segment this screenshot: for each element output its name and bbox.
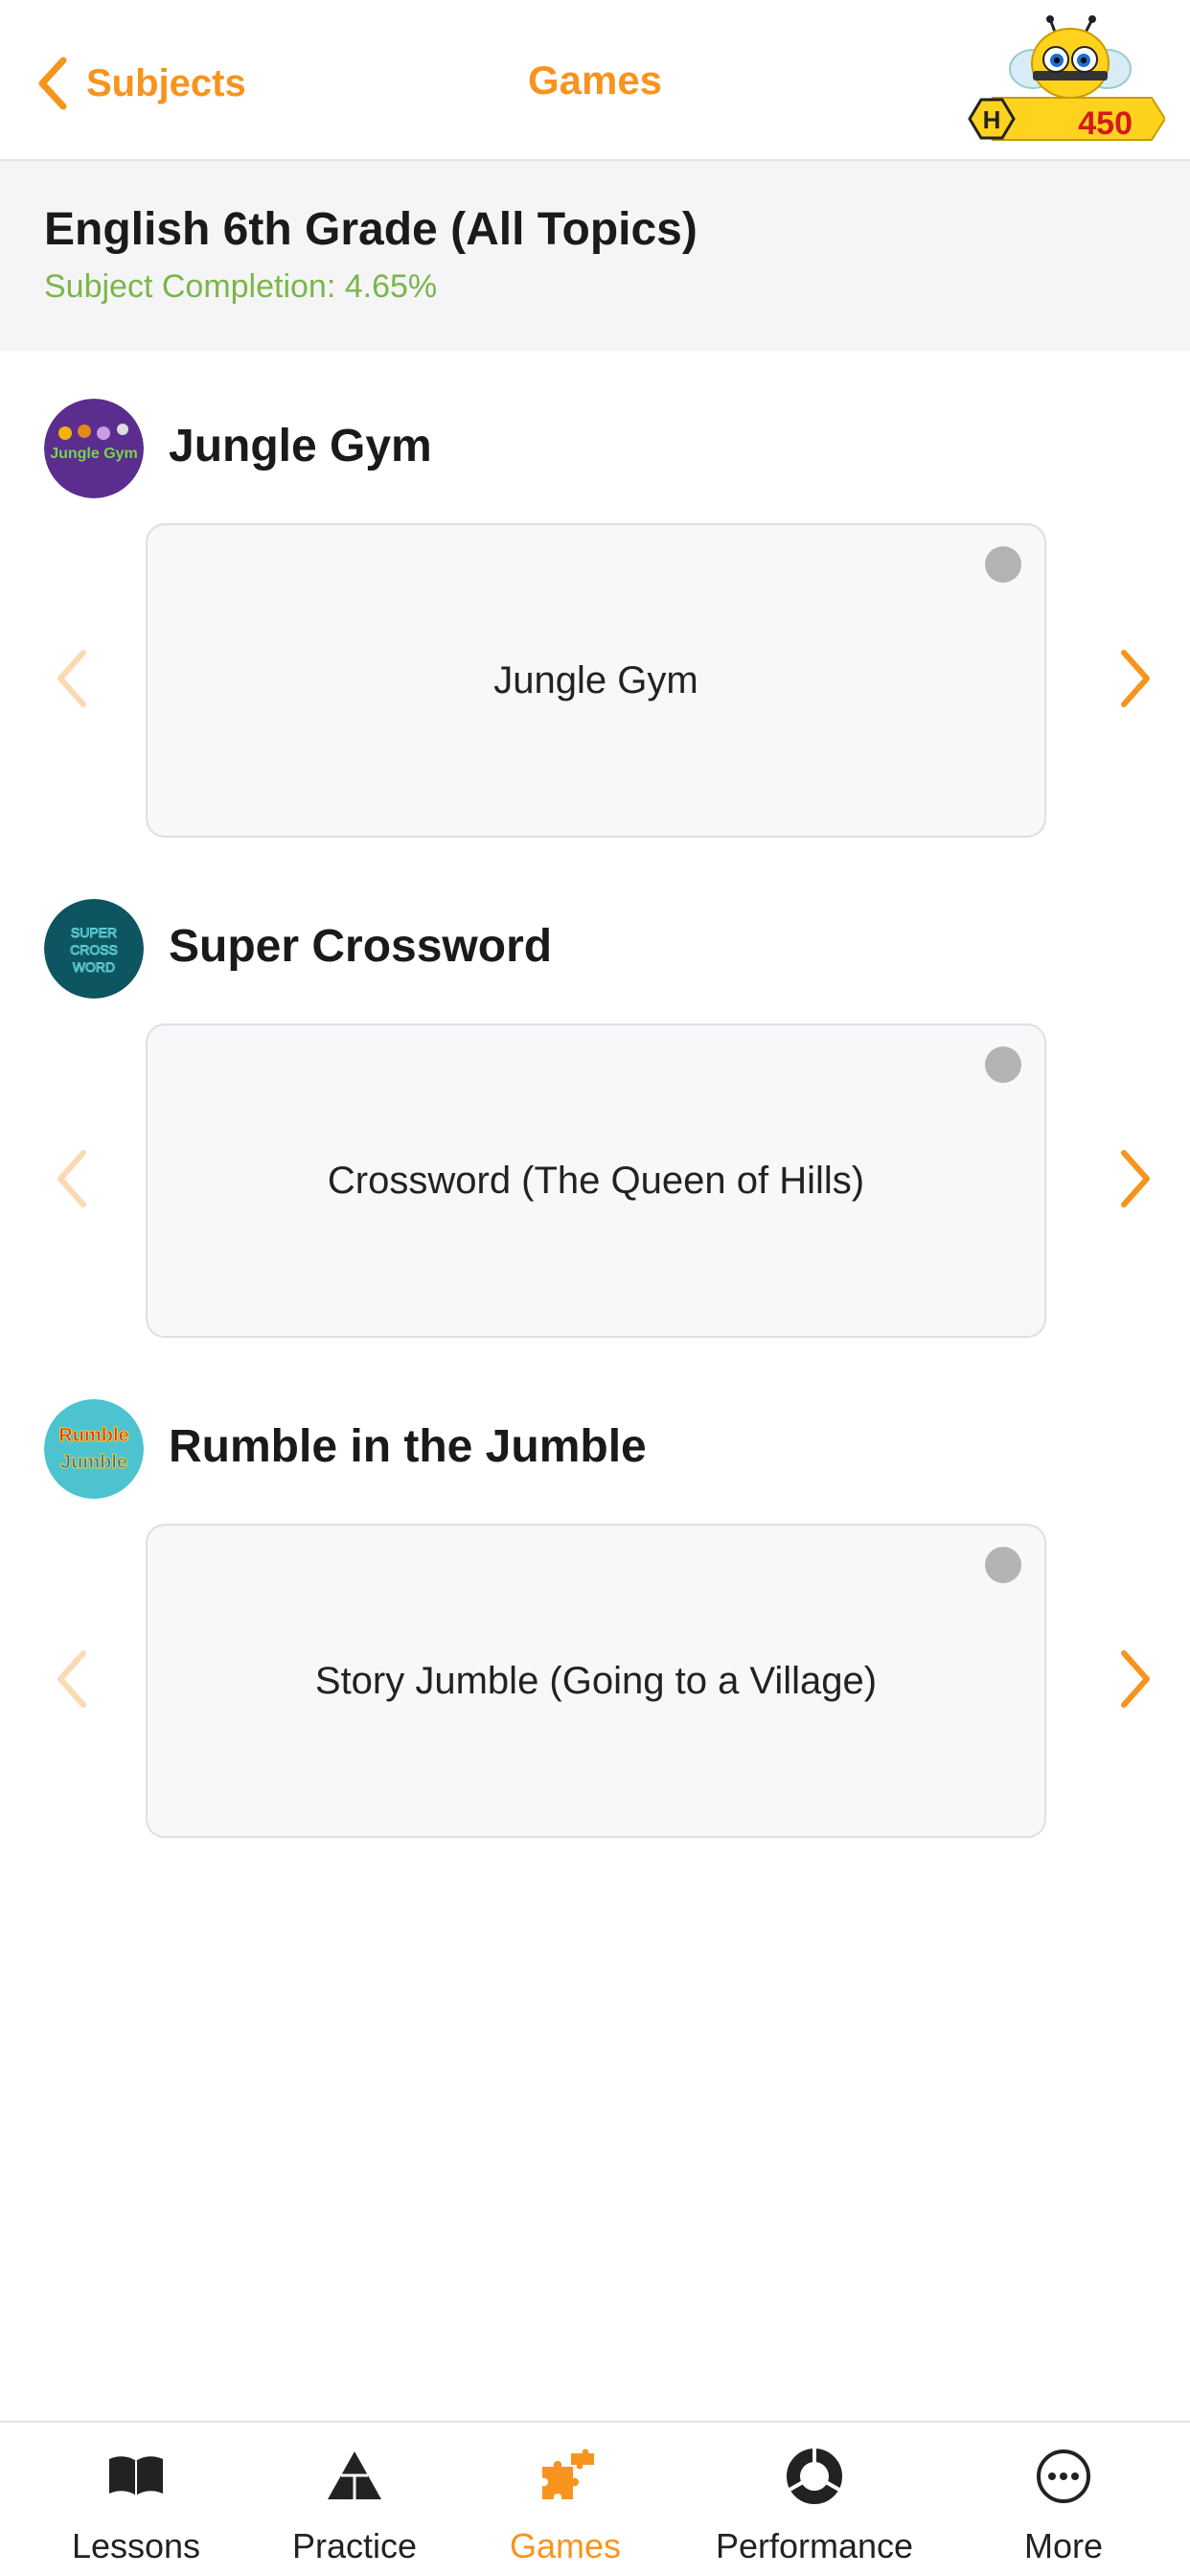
tab-label: Games [509, 2526, 622, 2565]
game-card[interactable]: Jungle Gym [146, 523, 1046, 838]
tab-performance[interactable]: Performance [709, 2423, 920, 2576]
chevron-left-icon [38, 57, 67, 110]
game-title: Super Crossword [169, 921, 553, 972]
svg-text:H: H [983, 105, 1001, 134]
ring-icon [787, 2448, 842, 2504]
chevron-right-icon [1121, 1650, 1150, 1708]
game-card-label: Story Jumble (Going to a Village) [314, 1659, 878, 1702]
status-dot-icon [985, 1046, 1021, 1083]
game-title: Jungle Gym [169, 421, 432, 472]
book-icon [109, 2456, 163, 2496]
tab-label: Lessons [71, 2526, 201, 2565]
top-nav-bar: Subjects Games H 450 [0, 0, 1190, 161]
previous-arrow-button[interactable] [48, 1641, 96, 1717]
next-arrow-button[interactable] [1111, 640, 1159, 717]
tab-more[interactable]: More [987, 2423, 1140, 2576]
status-dot-icon [985, 546, 1021, 583]
back-button[interactable]: Subjects [34, 50, 246, 117]
next-arrow-button[interactable] [1111, 1140, 1159, 1217]
subject-title: English 6th Grade (All Topics) [44, 204, 698, 255]
chevron-left-icon [57, 1650, 86, 1708]
previous-arrow-button[interactable] [48, 1140, 96, 1217]
bottom-tab-bar: Lessons Practice Games Performance More [0, 2421, 1190, 2576]
svg-text:Jumble: Jumble [60, 1452, 127, 1473]
next-arrow-button[interactable] [1111, 1641, 1159, 1717]
tab-label: Practice [291, 2526, 418, 2565]
game-card[interactable]: Story Jumble (Going to a Village) [146, 1524, 1046, 1838]
chevron-left-icon [57, 650, 86, 707]
svg-text:Rumble: Rumble [58, 1425, 128, 1446]
super-crossword-logo-icon: SUPER CROSS WORD [44, 899, 144, 999]
svg-text:SUPER: SUPER [71, 925, 117, 940]
game-title: Rumble in the Jumble [169, 1421, 647, 1472]
previous-arrow-button[interactable] [48, 640, 96, 717]
back-label: Subjects [86, 61, 246, 104]
tab-practice[interactable]: Practice [278, 2423, 431, 2576]
svg-text:WORD: WORD [73, 959, 115, 975]
game-card-label: Crossword (The Queen of Hills) [327, 1159, 865, 1202]
chevron-left-icon [57, 1150, 86, 1208]
tab-label: More [1023, 2526, 1104, 2565]
rumble-jumble-logo-icon: Rumble Jumble [44, 1399, 144, 1499]
tab-lessons[interactable]: Lessons [59, 2423, 213, 2576]
status-dot-icon [985, 1547, 1021, 1583]
triangle-icon [328, 2451, 381, 2499]
game-card-label: Jungle Gym [493, 658, 698, 702]
honey-points-score: 450 [1078, 105, 1133, 142]
tab-games[interactable]: Games [489, 2423, 642, 2576]
bee-mascot-icon[interactable]: H [964, 13, 1165, 152]
more-dots-icon [1037, 2450, 1090, 2503]
subject-summary: English 6th Grade (All Topics) Subject C… [0, 161, 1190, 351]
svg-text:CROSS: CROSS [70, 942, 118, 957]
jungle-gym-logo-icon: Jungle Gym [44, 399, 144, 498]
svg-text:Jungle Gym: Jungle Gym [50, 446, 138, 462]
subject-completion: Subject Completion: 4.65% [44, 268, 438, 305]
puzzle-icon [542, 2449, 594, 2499]
chevron-right-icon [1121, 650, 1150, 707]
chevron-right-icon [1121, 1150, 1150, 1208]
game-card[interactable]: Crossword (The Queen of Hills) [146, 1024, 1046, 1338]
tab-label: Performance [715, 2526, 914, 2565]
